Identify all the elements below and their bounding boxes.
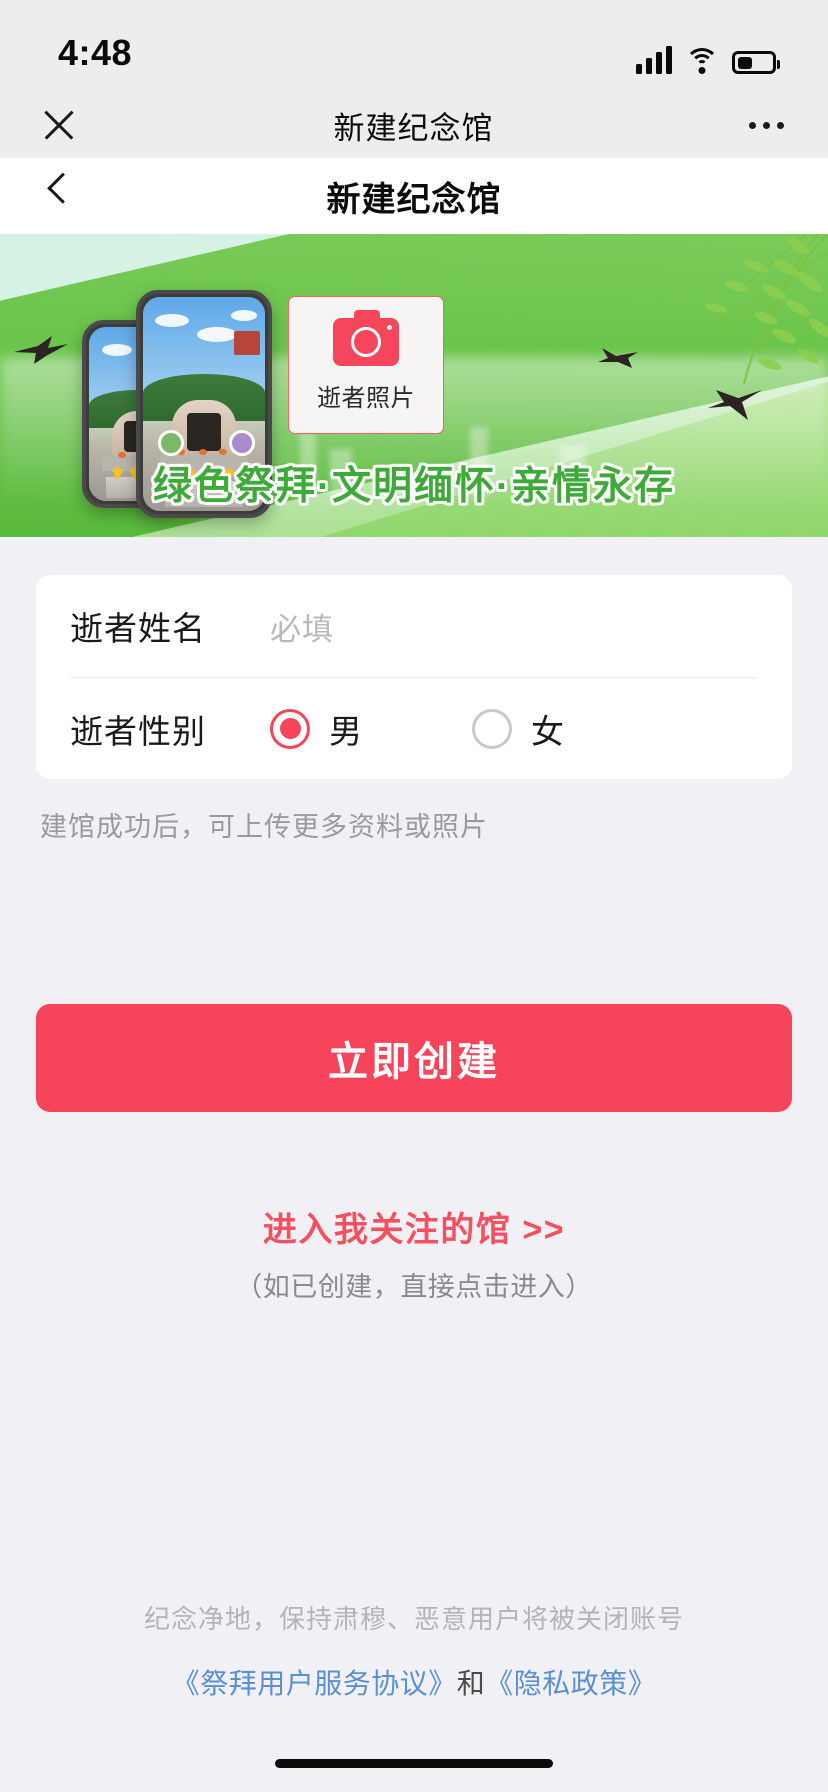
page-title: 新建纪念馆 — [326, 180, 502, 219]
wifi-icon — [685, 48, 719, 74]
wechat-nav-bar: 新建纪念馆 — [0, 92, 828, 158]
home-indicator — [275, 1759, 553, 1768]
create-now-button[interactable]: 立即创建 — [36, 1004, 792, 1112]
upload-label: 逝者照片 — [317, 384, 415, 412]
service-agreement-link[interactable]: 《祭拜用户服务协议》 — [172, 1668, 457, 1699]
more-dots-icon[interactable] — [749, 121, 784, 129]
banner-tagline: 绿色祭拜·文明缅怀·亲情永存 — [153, 465, 675, 508]
wechat-nav-title: 新建纪念馆 — [333, 110, 494, 146]
gender-radio-group: 男 女 — [270, 705, 564, 753]
battery-icon — [732, 51, 780, 74]
close-icon[interactable] — [40, 106, 78, 144]
page-header: 新建纪念馆 — [0, 158, 828, 234]
form-hint: 建馆成功后，可上传更多资料或照片 — [40, 812, 488, 842]
willow-branch-icon — [705, 234, 828, 385]
camera-icon — [333, 309, 399, 366]
form-row-gender: 逝者性别 男 女 — [70, 677, 758, 779]
swallow-bird-icon — [708, 390, 762, 420]
footer-agreements: 《祭拜用户服务协议》和《隐私政策》 — [0, 1662, 828, 1702]
footer-conjunction: 和 — [456, 1668, 486, 1699]
status-bar-indicators — [636, 46, 780, 74]
enter-followed-memorial-sub: （如已创建，直接点击进入） — [235, 1272, 593, 1302]
chevron-left-icon[interactable] — [47, 172, 79, 204]
gender-option-male-label: 男 — [329, 712, 362, 750]
gender-option-female-label: 女 — [531, 712, 564, 750]
status-bar: 4:48 — [0, 0, 828, 92]
swallow-bird-icon — [598, 348, 638, 368]
status-bar-time: 4:48 — [58, 32, 133, 73]
form-row-name[interactable]: 逝者姓名 必填 — [70, 575, 758, 677]
enter-followed-memorial-link[interactable]: 进入我关注的馆 >> — [0, 1202, 828, 1251]
cellular-bars-icon — [636, 46, 672, 74]
deceased-name-input[interactable]: 必填 — [270, 604, 334, 649]
hero-banner: 逝者照片 绿色祭拜·文明缅怀·亲情永存 — [0, 234, 828, 537]
gender-option-female[interactable]: 女 — [472, 705, 564, 753]
radio-unselected-icon[interactable] — [472, 708, 512, 749]
gender-option-male[interactable]: 男 — [270, 705, 362, 753]
radio-selected-icon[interactable] — [270, 708, 310, 749]
footer: 纪念净地，保持肃穆、恶意用户将被关闭账号 《祭拜用户服务协议》和《隐私政策》 — [0, 1599, 828, 1702]
create-memorial-form: 逝者姓名 必填 逝者性别 男 女 — [36, 575, 792, 779]
name-label: 逝者姓名 — [70, 610, 206, 647]
gender-label: 逝者性别 — [70, 712, 206, 750]
footer-notice: 纪念净地，保持肃穆、恶意用户将被关闭账号 — [143, 1604, 684, 1634]
privacy-policy-link[interactable]: 《隐私政策》 — [485, 1668, 656, 1699]
deceased-photo-upload-button[interactable]: 逝者照片 — [288, 296, 444, 434]
